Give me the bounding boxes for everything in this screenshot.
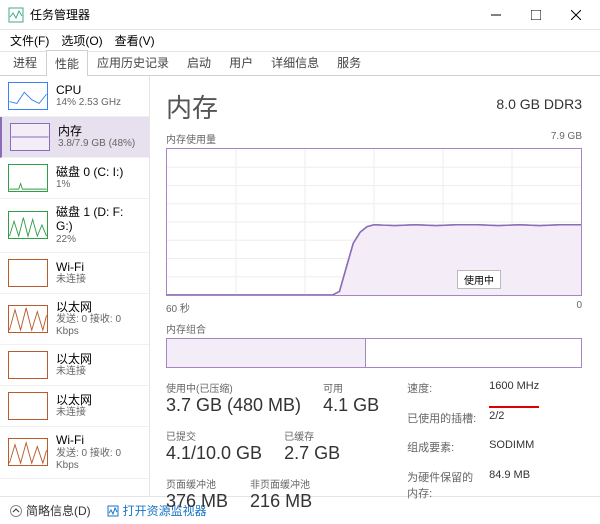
stat-inuse-label: 使用中(已压缩): [166, 380, 301, 395]
stat-cached-value: 2.7 GB: [284, 443, 340, 464]
kv-form-value: SODIMM: [489, 439, 539, 467]
tab-users[interactable]: 用户: [220, 49, 262, 75]
minimize-button[interactable]: [476, 0, 516, 30]
fewer-details-button[interactable]: 简略信息(D): [10, 502, 91, 519]
sidebar-item-4[interactable]: Wi-Fi未连接: [0, 253, 149, 294]
titlebar: 任务管理器: [0, 0, 600, 30]
stat-committed-label: 已提交: [166, 428, 262, 443]
sidebar-item-name: 磁盘 1 (D: F: G:): [56, 205, 141, 234]
kv-speed-label: 速度:: [407, 380, 477, 408]
sidebar-item-detail: 发送: 0 接收: 0 Kbps: [56, 448, 141, 472]
composition-label: 内存组合: [166, 321, 206, 336]
sparkline-icon: [8, 259, 48, 287]
xaxis-right: 0: [576, 300, 582, 315]
sidebar-item-2[interactable]: 磁盘 0 (C: I:)1%: [0, 158, 149, 199]
usage-max: 7.9 GB: [551, 131, 582, 146]
sidebar-item-detail: 未连接: [56, 407, 92, 419]
sidebar-item-3[interactable]: 磁盘 1 (D: F: G:)22%: [0, 199, 149, 253]
tab-processes[interactable]: 进程: [4, 49, 46, 75]
sidebar-item-detail: 22%: [56, 234, 141, 246]
tab-app-history[interactable]: 应用历史记录: [88, 49, 178, 75]
sidebar-item-detail: 14% 2.53 GHz: [56, 97, 121, 109]
sidebar-item-1[interactable]: 内存3.8/7.9 GB (48%): [0, 117, 149, 158]
sidebar-item-name: 以太网: [56, 300, 141, 314]
stat-nonpaged-label: 非页面缓冲池: [250, 476, 312, 491]
sparkline-icon: [8, 351, 48, 379]
sidebar-item-name: 以太网: [56, 352, 92, 366]
kv-slots-value: 2/2: [489, 410, 539, 438]
sparkline-icon: [8, 82, 48, 110]
usage-tag: 使用中: [457, 270, 501, 289]
app-icon: [8, 7, 24, 23]
sidebar-item-name: 内存: [58, 124, 135, 138]
tab-services[interactable]: 服务: [328, 49, 370, 75]
sidebar-item-name: 以太网: [56, 393, 92, 407]
resmon-icon: [107, 505, 119, 517]
sidebar-item-name: CPU: [56, 83, 121, 97]
kv-reserved-label: 为硬件保留的内存:: [407, 469, 477, 513]
kv-speed-value: 1600 MHz: [489, 380, 539, 408]
sidebar-item-7[interactable]: 以太网未连接: [0, 386, 149, 427]
sidebar: CPU14% 2.53 GHz内存3.8/7.9 GB (48%)磁盘 0 (C…: [0, 76, 150, 496]
menu-file[interactable]: 文件(F): [4, 30, 55, 51]
sparkline-icon: [8, 305, 48, 333]
chevron-up-icon: [10, 505, 22, 517]
menu-options[interactable]: 选项(O): [55, 30, 108, 51]
sidebar-item-name: Wi-Fi: [56, 260, 86, 274]
sidebar-item-6[interactable]: 以太网未连接: [0, 345, 149, 386]
stat-available-value: 4.1 GB: [323, 395, 379, 416]
memory-usage-graph: 使用中: [166, 148, 582, 296]
stat-committed-value: 4.1/10.0 GB: [166, 443, 262, 464]
stat-available-label: 可用: [323, 380, 379, 395]
maximize-button[interactable]: [516, 0, 556, 30]
stat-nonpaged-value: 216 MB: [250, 491, 312, 512]
memory-composition-graph: [166, 338, 582, 368]
stat-paged-value: 376 MB: [166, 491, 228, 512]
tabbar: 进程 性能 应用历史记录 启动 用户 详细信息 服务: [0, 52, 600, 76]
usage-label: 内存使用量: [166, 131, 216, 146]
memory-spec: 8.0 GB DDR3: [496, 88, 582, 112]
kv-slots-label: 已使用的插槽:: [407, 410, 477, 438]
sidebar-item-detail: 1%: [56, 179, 123, 191]
sidebar-item-detail: 发送: 0 接收: 0 Kbps: [56, 314, 141, 338]
sidebar-item-name: 磁盘 0 (C: I:): [56, 165, 123, 179]
close-button[interactable]: [556, 0, 596, 30]
tab-startup[interactable]: 启动: [178, 49, 220, 75]
sidebar-item-detail: 3.8/7.9 GB (48%): [58, 138, 135, 150]
sidebar-item-name: Wi-Fi: [56, 433, 141, 447]
sparkline-icon: [8, 438, 48, 466]
menu-view[interactable]: 查看(V): [109, 30, 161, 51]
tab-performance[interactable]: 性能: [46, 50, 88, 76]
sidebar-item-detail: 未连接: [56, 274, 86, 286]
sparkline-icon: [8, 211, 48, 239]
sidebar-item-detail: 未连接: [56, 366, 92, 378]
stat-paged-label: 页面缓冲池: [166, 476, 228, 491]
main-panel: 内存 8.0 GB DDR3 内存使用量 7.9 GB 使用中 60 秒 0 内…: [150, 76, 600, 496]
xaxis-left: 60 秒: [166, 300, 190, 315]
sidebar-item-0[interactable]: CPU14% 2.53 GHz: [0, 76, 149, 117]
stat-inuse-value: 3.7 GB (480 MB): [166, 395, 301, 416]
page-title: 内存: [166, 88, 218, 125]
memory-details: 速度: 1600 MHz 已使用的插槽: 2/2 组成要素: SODIMM 为硬件保留…: [407, 380, 539, 512]
sparkline-icon: [10, 123, 50, 151]
sparkline-icon: [8, 164, 48, 192]
kv-reserved-value: 84.9 MB: [489, 469, 539, 513]
window-title: 任务管理器: [30, 6, 476, 23]
sparkline-icon: [8, 392, 48, 420]
sidebar-item-8[interactable]: Wi-Fi发送: 0 接收: 0 Kbps: [0, 427, 149, 478]
stat-cached-label: 已缓存: [284, 428, 340, 443]
kv-form-label: 组成要素:: [407, 439, 477, 467]
tab-details[interactable]: 详细信息: [262, 49, 328, 75]
sidebar-item-5[interactable]: 以太网发送: 0 接收: 0 Kbps: [0, 294, 149, 345]
